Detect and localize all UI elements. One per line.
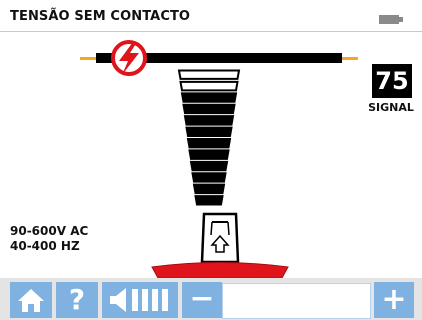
signal-cone (177, 69, 241, 206)
signal-segment-lit (183, 115, 235, 126)
signal-value: 75 (372, 64, 412, 98)
frequency-range: 40-400 HZ (10, 239, 80, 253)
decrease-button[interactable]: − (182, 282, 222, 318)
plus-icon: + (381, 282, 407, 317)
signal-segment-lit (186, 138, 232, 149)
signal-label: SIGNAL (368, 101, 414, 114)
signal-segment-unlit (179, 80, 239, 92)
voltage-range: 90-600V AC (10, 224, 89, 238)
signal-segment-lit (194, 195, 224, 206)
volume-button[interactable] (102, 282, 178, 318)
main-screen: TENSÃO SEM CONTACTO 75 SIGNAL 90-600V AC… (0, 0, 422, 278)
volume-icon (110, 288, 168, 312)
signal-segment-lit (188, 149, 230, 160)
home-icon (18, 289, 44, 312)
signal-segment-lit (185, 126, 233, 137)
signal-segment-unlit (177, 69, 241, 80)
signal-segment-lit (191, 172, 227, 183)
increase-button[interactable]: + (374, 282, 414, 318)
home-button[interactable] (10, 282, 52, 318)
probe-icon (151, 212, 289, 278)
lightning-bolt-icon (111, 40, 147, 76)
signal-segment-lit (180, 92, 238, 103)
signal-segment-lit (189, 160, 229, 172)
help-button[interactable]: ? (56, 282, 98, 318)
level-slider[interactable] (222, 283, 371, 319)
signal-segment-lit (182, 103, 236, 115)
help-icon: ? (68, 283, 86, 316)
minus-icon: − (189, 281, 215, 316)
signal-segment-lit (192, 183, 226, 195)
